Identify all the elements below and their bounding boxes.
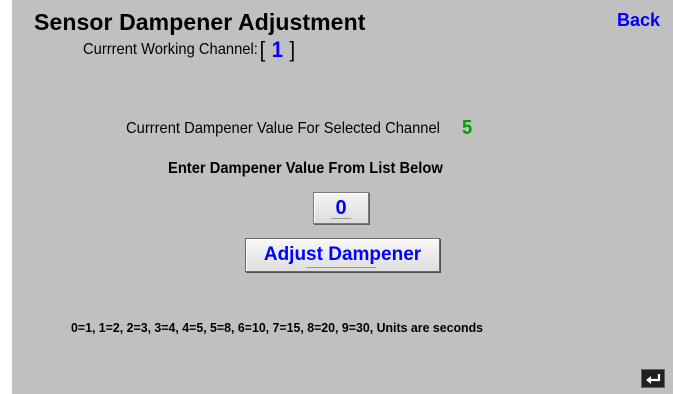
- enter-dampener-label: Enter Dampener Value From List Below: [168, 160, 443, 177]
- return-arrow-icon[interactable]: [641, 369, 665, 388]
- current-channel-label: Currrent Working Channel:: [83, 41, 258, 58]
- current-dampener-row: Currrent Dampener Value For Selected Cha…: [126, 117, 472, 140]
- adjust-dampener-button[interactable]: Adjust Dampener: [245, 238, 440, 272]
- current-channel-row: Currrent Working Channel: [ 1 ]: [83, 39, 297, 61]
- hmi-screen: Sensor Dampener Adjustment Back Currrent…: [12, 0, 673, 394]
- current-dampener-value: 5: [462, 117, 473, 139]
- dampener-value-text: 0: [335, 196, 347, 219]
- page-title: Sensor Dampener Adjustment: [34, 9, 366, 35]
- adjust-dampener-label: Adjust Dampener: [263, 244, 422, 265]
- current-channel-value: 1: [271, 37, 283, 62]
- back-button[interactable]: Back: [617, 10, 660, 31]
- dampener-value-input[interactable]: 0: [313, 192, 369, 224]
- units-note: 0=1, 1=2, 2=3, 3=4, 4=5, 5=8, 6=10, 7=15…: [71, 320, 483, 335]
- current-dampener-label: Currrent Dampener Value For Selected Cha…: [126, 119, 440, 137]
- return-arrow-icon-glyph: [646, 373, 661, 384]
- open-bracket: [: [259, 37, 266, 62]
- close-bracket: ]: [289, 37, 296, 62]
